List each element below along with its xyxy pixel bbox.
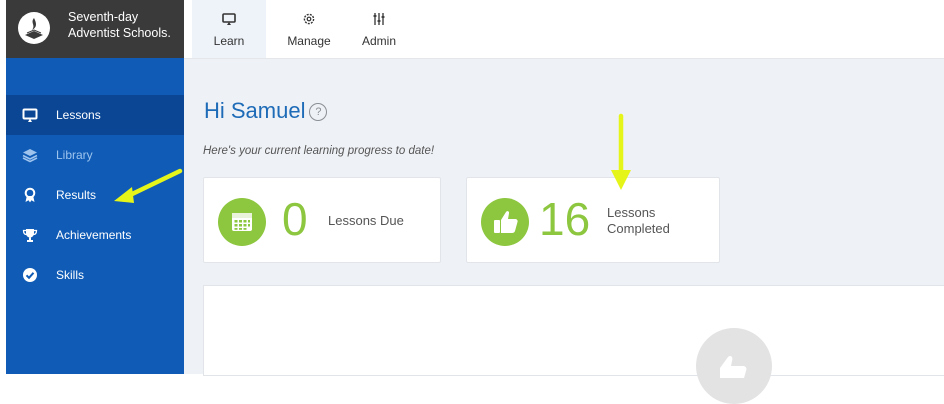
- main-content: Hi Samuel? Here's your current learning …: [184, 59, 944, 404]
- progress-subtitle: Here's your current learning progress to…: [203, 145, 435, 157]
- lessons-due-card[interactable]: 0 Lessons Due: [203, 177, 441, 263]
- lessons-due-count: 0: [282, 193, 308, 245]
- tab-admin[interactable]: Admin: [346, 0, 412, 58]
- tab-admin-label: Admin: [361, 34, 396, 48]
- lessons-completed-count: 16: [539, 193, 591, 245]
- sidebar-item-skills[interactable]: Skills: [6, 255, 184, 295]
- annotation-arrow-results: [114, 168, 183, 203]
- layers-icon: [22, 147, 38, 163]
- sliders-icon: [346, 12, 412, 30]
- tab-learn[interactable]: Learn: [192, 0, 266, 58]
- lessons-due-label-line1: Lessons Due: [328, 213, 404, 228]
- calendar-icon: [218, 198, 266, 246]
- question-circle-icon[interactable]: ?: [309, 103, 328, 122]
- tab-manage-label: Manage: [287, 34, 331, 48]
- sidebar-item-label: Library: [56, 148, 93, 162]
- sidebar-item-achievements[interactable]: Achievements: [6, 215, 184, 255]
- lessons-panel: [203, 285, 944, 404]
- tab-manage[interactable]: Manage: [274, 0, 344, 58]
- check-circle-icon: [22, 267, 38, 283]
- sidebar: Lessons Library Results Achievements Ski…: [6, 58, 184, 374]
- gear-icon: [274, 12, 344, 30]
- sda-logo-icon: [18, 12, 50, 44]
- brand-name: Seventh-day Adventist Schools.: [68, 9, 171, 41]
- brand-name-line2: Adventist Schools.: [68, 26, 171, 40]
- trophy-icon: [22, 227, 38, 243]
- brand-name-line1: Seventh-day: [68, 10, 139, 24]
- lessons-completed-label-line2: Completed: [607, 221, 670, 236]
- lessons-completed-card[interactable]: 16 Lessons Completed: [466, 177, 720, 263]
- greeting-text: Hi Samuel: [204, 98, 306, 123]
- ribbon-icon: [22, 187, 38, 203]
- lessons-due-label: Lessons Due: [328, 213, 404, 229]
- sidebar-item-label: Lessons: [56, 108, 101, 122]
- sidebar-item-lessons[interactable]: Lessons: [6, 95, 184, 135]
- greeting-heading: Hi Samuel?: [204, 98, 328, 124]
- brand-header[interactable]: Seventh-day Adventist Schools.: [6, 0, 184, 58]
- lessons-completed-label-line1: Lessons: [607, 205, 656, 220]
- top-navigation: Learn Manage Admin: [184, 0, 944, 59]
- lessons-completed-label: Lessons Completed: [607, 205, 670, 237]
- sidebar-item-label: Results: [56, 188, 97, 202]
- thumbs-up-icon: [696, 328, 772, 404]
- annotation-arrow-completed: [611, 113, 631, 190]
- monitor-icon: [22, 107, 38, 123]
- thumbs-up-icon: [481, 198, 529, 246]
- sidebar-item-label: Achievements: [56, 228, 132, 242]
- tab-learn-label: Learn: [213, 34, 245, 48]
- monitor-icon: [192, 12, 266, 30]
- sidebar-item-label: Skills: [56, 268, 85, 282]
